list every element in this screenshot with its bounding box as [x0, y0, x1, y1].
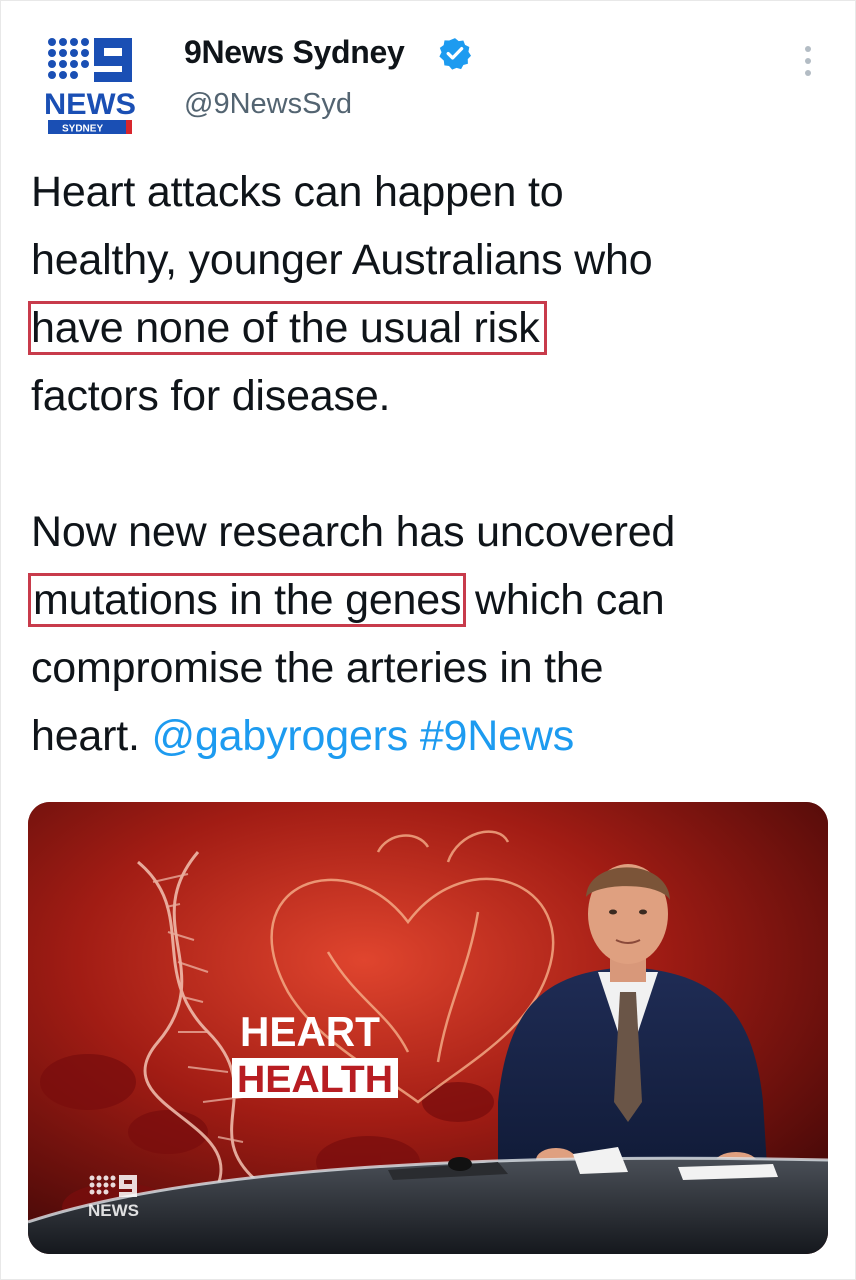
more-dot-icon — [805, 46, 811, 52]
nine-news-logo-icon: NEWS SYDNEY — [44, 38, 136, 135]
tweet-line: have none of the usual risk — [28, 294, 831, 362]
mention-link[interactable]: @gabyrogers — [152, 712, 409, 760]
hashtag-link[interactable]: #9News — [420, 712, 574, 760]
desk-mouse — [448, 1157, 472, 1171]
tweet-text-segment: heart. — [31, 712, 152, 760]
more-dot-icon — [805, 58, 811, 64]
tweet-line: factors for disease. — [31, 362, 831, 430]
more-options-button[interactable] — [788, 34, 828, 88]
tweet-text-segment: mutations in the genes — [33, 576, 462, 624]
heart-health-graphic: HEART HEALTH — [232, 1008, 398, 1101]
tweet-line: Now new research has uncovered — [31, 498, 831, 566]
watermark-text: NEWS — [88, 1201, 139, 1220]
news-broadcast-image: HEART HEALTH NEWS — [28, 802, 828, 1254]
tweet-line: compromise the arteries in the — [31, 634, 831, 702]
tweet-line: heart. @gabyrogers #9News — [31, 702, 831, 770]
tweet-text-segment: which can — [463, 576, 665, 624]
tweet-line: mutations in the genes which can — [27, 566, 831, 634]
verified-badge-icon — [439, 38, 472, 70]
logo-sydney-text: SYDNEY — [62, 124, 103, 135]
account-avatar[interactable]: NEWS SYDNEY — [44, 34, 168, 146]
highlight-box-genes: mutations in the genes — [27, 573, 467, 627]
tweet-text-segment: Now new research has uncovered — [31, 508, 676, 556]
tweet-text-segment: factors for disease. — [31, 372, 391, 420]
tweet-text-segment: Heart attacks can happen to — [31, 168, 564, 216]
logo-news-text: NEWS — [44, 88, 136, 121]
more-dot-icon — [805, 70, 811, 76]
account-handle[interactable]: @9NewsSyd — [184, 88, 352, 121]
graphic-title-line1: HEART — [240, 1008, 380, 1055]
tweet-text: Heart attacks can happen to healthy, you… — [27, 158, 831, 770]
tweet-line: healthy, younger Australians who — [31, 226, 831, 294]
highlight-box-risk: have none of the usual risk — [28, 301, 547, 355]
tweet-text-segment: have none of the usual risk — [31, 304, 540, 352]
graphic-title-line2: HEALTH — [237, 1059, 393, 1101]
tweet-media[interactable]: HEART HEALTH NEWS — [28, 802, 828, 1254]
tweet-text-segment: healthy, younger Australians who — [31, 236, 653, 284]
tweet-text-segment: compromise the arteries in the — [31, 644, 604, 692]
account-name[interactable]: 9News Sydney — [184, 34, 405, 71]
tweet-header: NEWS SYDNEY 9News Sydney @9NewsSyd — [28, 24, 828, 135]
tweet-line: Heart attacks can happen to — [31, 158, 831, 226]
